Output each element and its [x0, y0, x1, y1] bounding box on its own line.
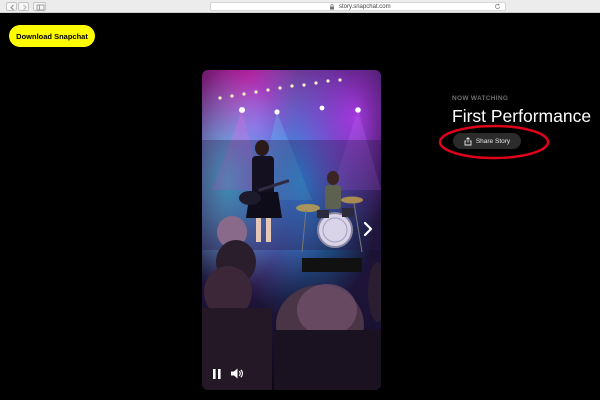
- chevron-right-icon[interactable]: [361, 221, 375, 237]
- forward-icon: [23, 4, 27, 11]
- sidebar-icon: [36, 4, 45, 11]
- download-snapchat-button[interactable]: Download Snapchat: [9, 25, 95, 47]
- pause-icon[interactable]: [212, 368, 222, 380]
- reload-icon[interactable]: [494, 3, 501, 10]
- highlight-annotation: [438, 124, 550, 160]
- forward-button[interactable]: [18, 2, 29, 11]
- concert-video-frame: [202, 70, 381, 390]
- back-icon: [10, 4, 14, 11]
- story-video-player[interactable]: [202, 70, 381, 390]
- back-button[interactable]: [6, 2, 17, 11]
- address-bar[interactable]: story.snapchat.com: [210, 2, 506, 11]
- browser-toolbar: story.snapchat.com: [0, 0, 600, 13]
- lock-icon: [330, 4, 334, 10]
- now-watching-label: NOW WATCHING: [452, 95, 509, 102]
- sidebar-button[interactable]: [33, 2, 46, 11]
- volume-icon[interactable]: [230, 367, 244, 380]
- address-url: story.snapchat.com: [339, 4, 391, 10]
- page: story.snapchat.com Download Snapchat NOW…: [0, 0, 600, 400]
